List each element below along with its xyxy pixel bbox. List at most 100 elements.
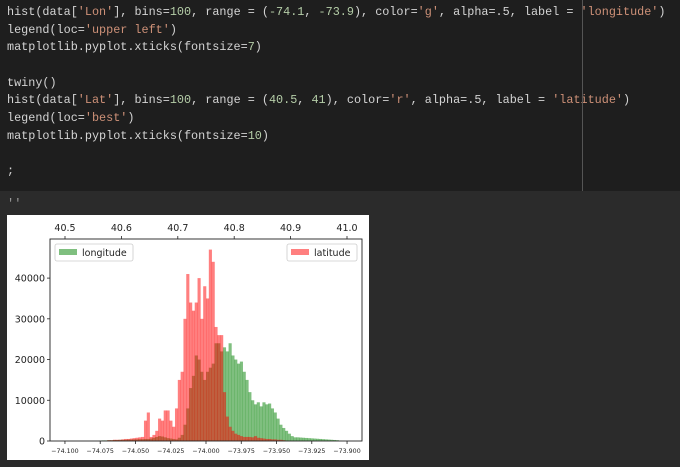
x-tick-label: −73.925	[298, 448, 325, 455]
code-token-plain: matplotlib.pyplot.xticks(fontsize=	[7, 40, 248, 55]
output-text: ''	[7, 197, 22, 211]
code-token-num: 100	[169, 93, 192, 108]
histogram-bar	[293, 437, 297, 441]
legend-swatch	[59, 249, 77, 255]
histogram-bar	[248, 392, 252, 441]
histogram-bar	[248, 436, 252, 441]
histogram-bar	[194, 302, 198, 441]
code-token-num: 100	[169, 5, 192, 19]
histogram-bar	[234, 359, 238, 441]
histogram-bar	[186, 274, 190, 441]
code-token-plain: , range = (	[191, 5, 269, 19]
histogram-bar	[270, 408, 275, 441]
code-token-str: 'latitude'	[552, 93, 623, 108]
editor-ruler-line	[582, 0, 583, 191]
x-tick-label: −73.975	[228, 448, 255, 455]
code-line: matplotlib.pyplot.xticks(fontsize=7)	[7, 39, 665, 57]
code-line: matplotlib.pyplot.xticks(fontsize=10)	[7, 128, 665, 146]
y-tick-label: 30000	[15, 314, 45, 325]
histogram-bar	[284, 430, 289, 441]
histogram-bar	[155, 430, 159, 441]
code-token-str: 'r'	[389, 93, 411, 108]
histogram-bar	[169, 420, 173, 441]
histogram-bar	[231, 430, 235, 441]
code-line: legend(loc='best')	[7, 110, 665, 128]
histogram-chart: −74.100 −74.075 −74.050 −74.025 −74.000 −73.9…	[15, 223, 363, 455]
histogram-bar	[228, 426, 232, 441]
histogram-bar	[191, 310, 196, 441]
histogram-bar	[146, 412, 150, 441]
histogram-bar	[287, 433, 291, 441]
histogram-bar	[152, 434, 156, 441]
code-token-plain: ,	[297, 93, 312, 108]
x-tick-label: −74.100	[51, 448, 78, 455]
code-token-plain: legend(loc=	[7, 111, 85, 126]
histogram-bar	[160, 420, 165, 441]
histogram-bar	[265, 404, 269, 441]
y-tick-label: 40000	[15, 274, 45, 285]
histogram-bar	[183, 318, 187, 441]
code-token-plain: ), color=	[325, 93, 390, 108]
y-tick-label: 10000	[15, 396, 45, 407]
histogram-bar	[177, 379, 181, 441]
histogram-bar	[239, 436, 243, 441]
code-token-plain: , alpha=.5, label =	[410, 93, 553, 108]
code-token-plain: matplotlib.pyplot.xticks(fontsize=	[7, 128, 248, 143]
code-token-plain: , alpha=.5, label =	[438, 5, 581, 19]
histogram-bar	[135, 437, 139, 441]
histogram-bar	[273, 412, 277, 441]
histogram-bar	[268, 403, 272, 441]
histogram-figure: −74.100 −74.075 −74.050 −74.025 −74.000 −73.9…	[7, 215, 369, 460]
histogram-bar	[256, 402, 260, 441]
code-token-num: -73.9	[318, 5, 354, 19]
code-token-num: 7	[247, 40, 255, 55]
code-token-plain: , range = (	[191, 93, 269, 108]
code-token-plain: ,	[304, 5, 319, 19]
histogram-bar	[282, 427, 286, 441]
legend-latitude: latitude	[286, 243, 358, 262]
legend-longitude: longitude	[54, 243, 134, 262]
x-tick-label: −73.950	[263, 448, 290, 455]
code-token-plain: )	[127, 111, 135, 126]
histogram-bar	[251, 400, 255, 441]
histogram-bar	[242, 371, 246, 441]
histogram-bar	[166, 410, 170, 441]
histogram-bar	[174, 408, 179, 441]
code-token-plain: twiny()	[7, 75, 57, 90]
x-tick-label: −73.900	[333, 448, 360, 455]
histogram-bar	[301, 437, 306, 441]
histogram-bar	[172, 426, 176, 441]
histogram-bar	[208, 249, 212, 441]
code-token-plain: ), color=	[353, 5, 418, 19]
code-token-num: 40.5	[268, 93, 298, 108]
histogram-bar	[197, 278, 201, 441]
code-token-str: 'Lon'	[77, 5, 114, 19]
code-token-plain: hist(data[	[7, 93, 78, 108]
code-token-str: 'best'	[84, 111, 128, 126]
code-editor[interactable]: hist(data['Lon'], bins=100, range = (-74…	[7, 4, 665, 181]
x-tick-label: −74.000	[192, 448, 219, 455]
code-cell[interactable]: hist(data['Lon'], bins=100, range = (-74…	[0, 0, 680, 191]
histogram-bar	[180, 371, 184, 441]
code-token-plain: legend(loc=	[7, 22, 85, 37]
code-line: twiny()	[7, 75, 665, 93]
histogram-bar	[143, 420, 148, 441]
histogram-bar	[138, 437, 142, 441]
code-token-plain: )	[623, 93, 631, 108]
histogram-bar	[237, 434, 241, 441]
code-token-plain: )	[261, 128, 269, 143]
code-token-plain: )	[658, 5, 666, 19]
y-tick-label: 20000	[15, 355, 45, 366]
code-token-plain: )	[169, 22, 177, 37]
code-token-plain: ;	[7, 164, 15, 179]
x-tick-label: −74.050	[122, 448, 149, 455]
histogram-bar	[211, 261, 215, 441]
histogram-bar	[259, 406, 263, 441]
histogram-bar	[242, 436, 246, 441]
top-x-tick-label: 40.5	[54, 223, 75, 234]
histogram-bar	[163, 410, 167, 441]
legend-label: latitude	[314, 248, 351, 259]
histogram-bar	[262, 402, 266, 441]
top-x-tick-label: 40.7	[167, 223, 188, 234]
